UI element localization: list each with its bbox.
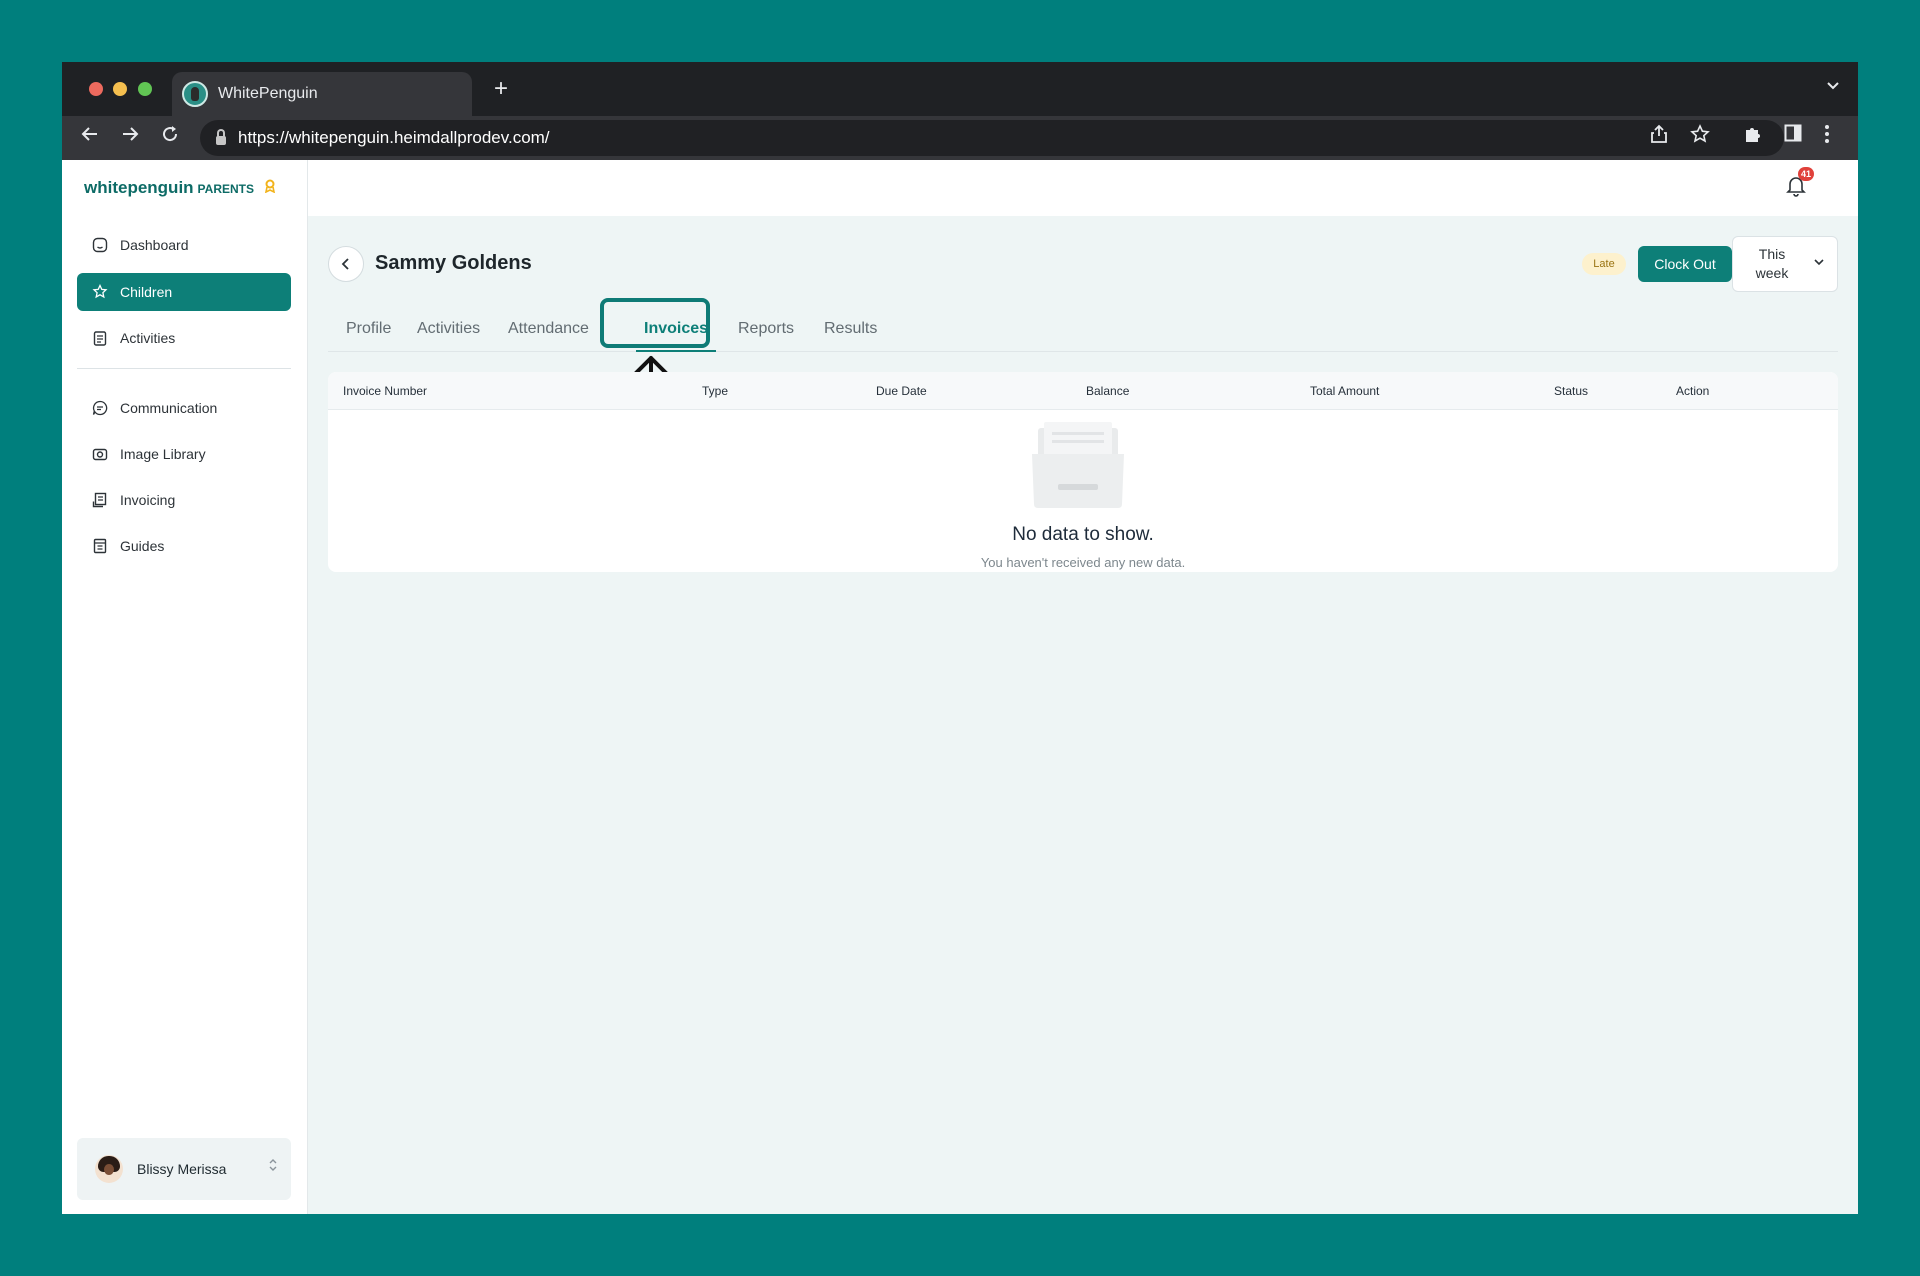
url-text: https://whitepenguin.heimdallprodev.com/ bbox=[238, 128, 550, 147]
sidebar-item-invoicing[interactable]: Invoicing bbox=[77, 481, 291, 519]
back-arrow-icon[interactable] bbox=[80, 124, 100, 151]
user-name: Blissy Merissa bbox=[137, 1161, 227, 1177]
browser-menu-icon[interactable] bbox=[1824, 124, 1830, 149]
sidebar-item-activities[interactable]: Activities bbox=[77, 319, 291, 357]
main-content: Sammy Goldens Late Clock Out This week P… bbox=[308, 216, 1858, 1214]
share-icon[interactable] bbox=[1650, 124, 1668, 149]
column-header: Balance bbox=[1086, 384, 1130, 398]
sidebar: whitepenguin PARENTS Dashboard Children bbox=[62, 160, 308, 1214]
notification-count-badge: 41 bbox=[1797, 167, 1814, 181]
invoice-icon bbox=[92, 492, 108, 508]
camera-icon bbox=[92, 446, 108, 462]
reload-icon[interactable] bbox=[160, 124, 180, 151]
address-bar[interactable]: https://whitepenguin.heimdallprodev.com/ bbox=[200, 120, 1784, 156]
forward-arrow-icon[interactable] bbox=[120, 124, 140, 151]
minimize-window-button[interactable] bbox=[113, 82, 127, 96]
invoices-table: Invoice Number Type Due Date Balance Tot… bbox=[328, 372, 1838, 572]
close-window-button[interactable] bbox=[89, 82, 103, 96]
book-icon bbox=[92, 538, 108, 554]
new-tab-button[interactable]: + bbox=[494, 76, 508, 102]
tab-attendance[interactable]: Attendance bbox=[508, 320, 589, 338]
sidebar-item-label: Guides bbox=[120, 538, 165, 554]
status-badge: Late bbox=[1582, 253, 1626, 275]
browser-tab-strip: WhitePenguin + bbox=[62, 62, 1858, 116]
child-tabs: Profile Activities Attendance Invoices R… bbox=[328, 306, 1838, 352]
chevron-down-icon bbox=[1813, 256, 1825, 271]
column-header: Status bbox=[1554, 384, 1589, 398]
sidebar-item-label: Invoicing bbox=[120, 492, 176, 508]
penguin-favicon-icon bbox=[182, 81, 208, 107]
chevron-up-down-icon bbox=[269, 1158, 277, 1174]
brand-logo[interactable]: whitepenguin PARENTS bbox=[84, 178, 276, 198]
clock-out-button[interactable]: Clock Out bbox=[1638, 246, 1732, 282]
column-header: Invoice Number bbox=[343, 384, 428, 398]
logo-parents-label: PARENTS bbox=[197, 182, 254, 196]
column-header: Type bbox=[702, 384, 729, 398]
chevron-left-icon bbox=[341, 258, 349, 270]
date-range-line2: week bbox=[1755, 265, 1789, 281]
sidebar-divider bbox=[77, 368, 291, 369]
empty-state-subtitle: You haven't received any new data. bbox=[980, 555, 1186, 570]
sidebar-item-label: Children bbox=[120, 284, 173, 300]
browser-toolbar: https://whitepenguin.heimdallprodev.com/ bbox=[62, 116, 1858, 160]
activities-icon bbox=[92, 330, 108, 346]
sidebar-item-label: Communication bbox=[120, 400, 218, 416]
app-container: whitepenguin PARENTS Dashboard Children bbox=[62, 160, 1858, 1214]
sidebar-item-label: Activities bbox=[120, 330, 176, 346]
tab-results[interactable]: Results bbox=[824, 320, 877, 338]
children-icon bbox=[92, 284, 108, 300]
highlight-box bbox=[600, 298, 710, 348]
date-range-select[interactable]: This week bbox=[1732, 236, 1838, 292]
sidebar-item-label: Image Library bbox=[120, 446, 206, 462]
tab-profile[interactable]: Profile bbox=[346, 320, 391, 338]
avatar bbox=[95, 1155, 123, 1183]
browser-window: WhitePenguin + https://whitepenguin.heim… bbox=[62, 62, 1858, 1214]
sidebar-item-communication[interactable]: Communication bbox=[77, 389, 291, 427]
logo-wordmark: whitepenguin bbox=[84, 178, 194, 197]
page-title: Sammy Goldens bbox=[375, 252, 532, 274]
browser-tab[interactable]: WhitePenguin bbox=[172, 72, 472, 116]
back-button[interactable] bbox=[328, 246, 364, 282]
dashboard-icon bbox=[92, 237, 108, 253]
lock-icon bbox=[216, 128, 226, 145]
column-header: Total Amount bbox=[1310, 384, 1380, 398]
column-header: Action bbox=[1676, 384, 1710, 398]
sidebar-item-label: Dashboard bbox=[120, 237, 189, 253]
sidebar-item-image-library[interactable]: Image Library bbox=[77, 435, 291, 473]
extensions-puzzle-icon[interactable] bbox=[1742, 124, 1762, 149]
sidebar-item-dashboard[interactable]: Dashboard bbox=[77, 226, 291, 264]
sidebar-item-children[interactable]: Children bbox=[77, 273, 291, 311]
bookmark-star-icon[interactable] bbox=[1690, 124, 1710, 149]
browser-tab-title: WhitePenguin bbox=[218, 85, 318, 102]
tab-activities[interactable]: Activities bbox=[417, 320, 480, 338]
empty-state-title: No data to show. bbox=[1012, 524, 1154, 545]
tab-reports[interactable]: Reports bbox=[738, 320, 794, 338]
side-panel-icon[interactable] bbox=[1784, 124, 1802, 147]
column-header: Due Date bbox=[876, 384, 927, 398]
sidebar-item-guides[interactable]: Guides bbox=[77, 527, 291, 565]
chat-icon bbox=[92, 400, 108, 416]
empty-folder-icon bbox=[1032, 422, 1124, 508]
date-range-value: This week bbox=[1747, 245, 1797, 283]
app-topbar: 41 bbox=[308, 160, 1858, 216]
active-tab-indicator bbox=[636, 350, 716, 352]
date-range-line1: This bbox=[1758, 246, 1786, 262]
table-header: Invoice Number Type Due Date Balance Tot… bbox=[328, 372, 1838, 410]
user-menu[interactable]: Blissy Merissa bbox=[77, 1138, 291, 1200]
tab-search-chevron-icon[interactable] bbox=[1826, 78, 1840, 97]
ribbon-badge-icon bbox=[264, 179, 276, 196]
maximize-window-button[interactable] bbox=[138, 82, 152, 96]
